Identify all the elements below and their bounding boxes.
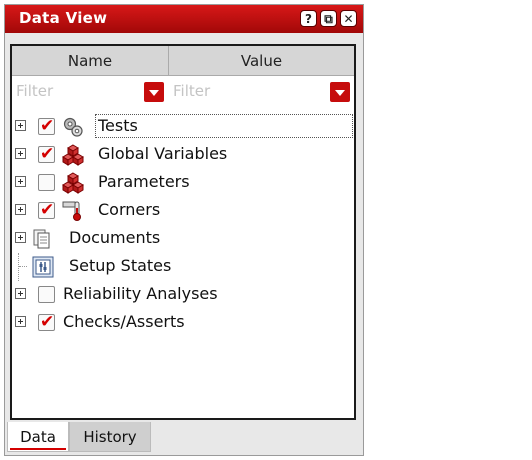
close-button[interactable]: ✕ [340, 10, 357, 27]
tree-item-corners[interactable]: ✔ Corners [12, 197, 354, 225]
tree-item-reliability-analyses[interactable]: Reliability Analyses [12, 281, 354, 309]
documents-icon [33, 229, 50, 249]
tree-item-parameters[interactable]: Parameters [12, 169, 354, 197]
expand-icon[interactable] [15, 120, 26, 131]
expand-icon[interactable] [15, 148, 26, 159]
filter-row: Filter Filter [12, 76, 354, 106]
tree-item-label: Documents [69, 228, 161, 247]
tree-item-label: Checks/Asserts [63, 312, 185, 331]
tree-item-label: Reliability Analyses [63, 284, 218, 303]
column-header: Name Value [12, 46, 354, 76]
gear-icon [63, 117, 83, 137]
panel-titlebar[interactable]: Data View ? ⧉ ✕ [5, 5, 363, 33]
tree-item-tests[interactable]: ✔ Tests [12, 113, 354, 141]
setup-states-icon [32, 256, 54, 278]
tree-connector-line [19, 266, 27, 268]
tree-item-documents[interactable]: Documents [12, 225, 354, 253]
expand-icon[interactable] [15, 232, 26, 243]
help-button[interactable]: ? [300, 10, 317, 27]
cubes-icon [62, 144, 84, 166]
reliability-analyses-checkbox[interactable] [38, 286, 55, 303]
tree-item-label: Setup States [69, 256, 172, 275]
column-header-name[interactable]: Name [12, 46, 169, 76]
tree-item-label: Global Variables [98, 144, 228, 163]
thermometer-icon [62, 201, 81, 221]
titlebar-buttons: ? ⧉ ✕ [300, 10, 357, 27]
tree-item-label: Parameters [98, 172, 190, 191]
tests-checkbox[interactable]: ✔ [38, 116, 55, 136]
checks-asserts-checkbox[interactable]: ✔ [38, 312, 55, 332]
tab-data[interactable]: Data [7, 422, 69, 452]
cubes-icon [62, 172, 84, 194]
tree-item-label: Corners [98, 200, 161, 219]
name-filter-dropdown-button[interactable] [144, 82, 164, 102]
panel-title: Data View [19, 9, 108, 27]
value-filter-dropdown-button[interactable] [330, 82, 350, 102]
parameters-checkbox[interactable] [38, 174, 55, 191]
global-variables-checkbox[interactable]: ✔ [38, 144, 55, 164]
value-filter-input[interactable]: Filter [169, 76, 354, 106]
data-tree: Name Value Filter Filter ✔ Tests ✔ Globa… [10, 44, 356, 420]
tree-item-setup-states[interactable]: Setup States [12, 253, 354, 281]
tree-item-checks-asserts[interactable]: ✔ Checks/Asserts [12, 309, 354, 337]
expand-icon[interactable] [15, 288, 26, 299]
data-view-panel: Data View ? ⧉ ✕ Name Value Filter Filter… [4, 4, 364, 456]
tab-history[interactable]: History [69, 422, 151, 452]
column-header-value[interactable]: Value [169, 46, 354, 76]
restore-button[interactable]: ⧉ [320, 10, 337, 27]
expand-icon[interactable] [15, 316, 26, 327]
corners-checkbox[interactable]: ✔ [38, 200, 55, 220]
tree-item-label: Tests [98, 116, 138, 135]
expand-icon[interactable] [15, 204, 26, 215]
expand-icon[interactable] [15, 176, 26, 187]
tree-item-global-variables[interactable]: ✔ Global Variables [12, 141, 354, 169]
